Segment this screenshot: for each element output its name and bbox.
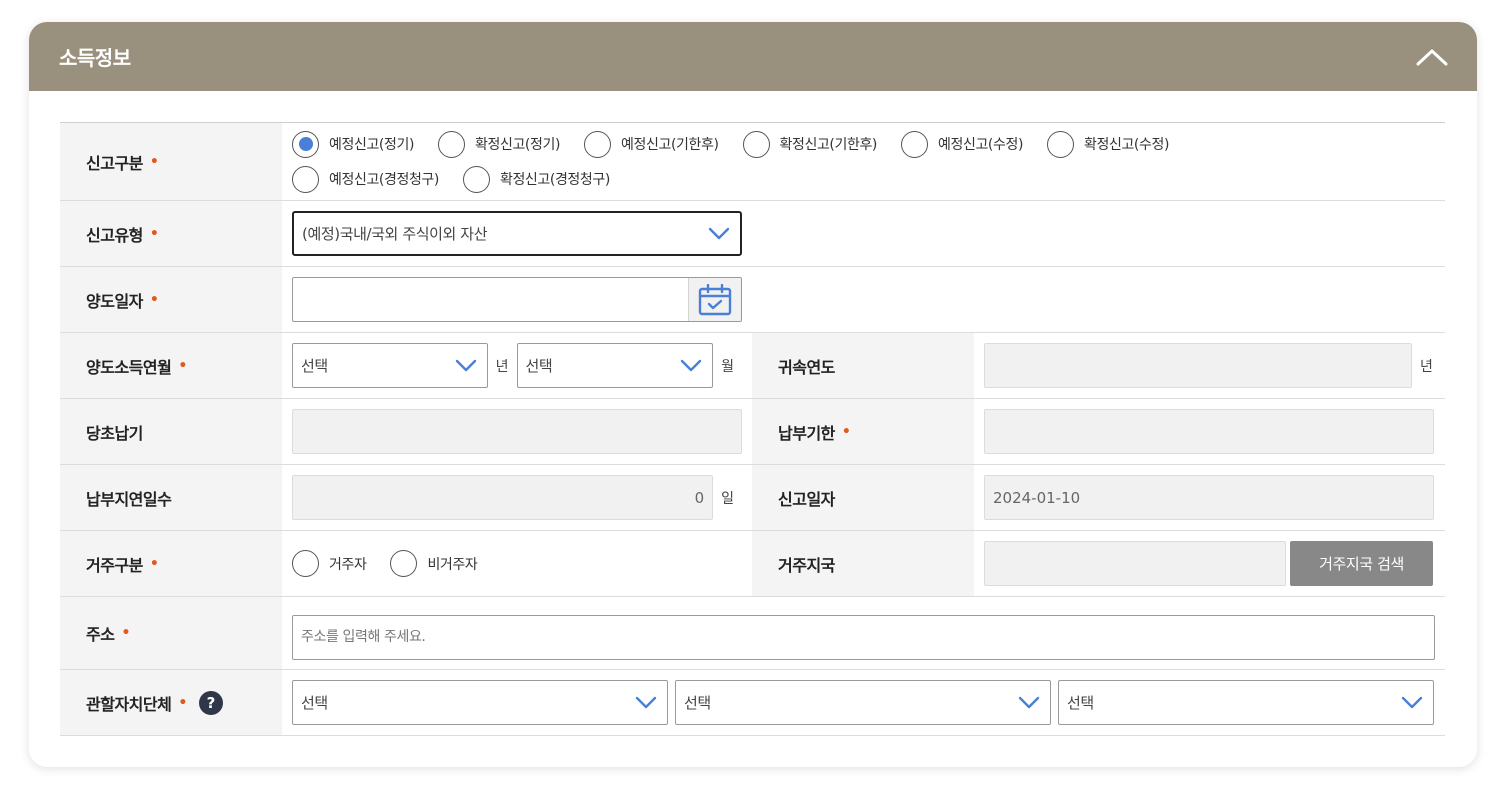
residency-label: 거주구분 • <box>60 531 282 596</box>
row-original-due: 당초납기 납부기한 • <box>60 399 1445 465</box>
original-due-field <box>292 409 742 454</box>
radio-icon <box>584 130 612 158</box>
radio-icon <box>462 165 490 193</box>
required-dot: • <box>149 555 159 572</box>
radio-report-category-1[interactable]: 확정신고(정기) <box>438 130 560 158</box>
radio-icon <box>438 130 466 158</box>
row-transfer-date: 양도일자 • <box>60 267 1445 333</box>
required-dot: • <box>178 357 187 374</box>
address-field <box>292 614 1435 660</box>
required-dot: • <box>178 694 187 711</box>
panel-title: 소득정보 <box>59 46 131 70</box>
row-residency: 거주구분 • 거주자 비거주자 거주지국 거주지국 검색 <box>60 531 1445 597</box>
late-days-field: 0 <box>292 475 714 520</box>
attribution-year-label: 귀속연도 <box>752 333 974 398</box>
original-due-label: 당초납기 <box>60 399 282 464</box>
month-unit: 월 <box>721 358 734 375</box>
radio-report-category-0[interactable]: 예정신고(정기) <box>292 130 414 158</box>
local-government-select-3[interactable]: 선택 <box>1058 680 1434 725</box>
radio-icon <box>292 550 319 577</box>
radio-icon <box>1047 130 1075 158</box>
radio-icon <box>901 130 928 158</box>
report-category-radio-group: 예정신고(정기) 확정신고(정기) 예정신고(기한후) 확정신고(기한후) 예정… <box>292 130 1292 193</box>
row-address: 주소 • <box>60 597 1445 670</box>
transfer-year-select[interactable]: 선택 <box>292 343 488 388</box>
residency-radio-group: 거주자 비거주자 <box>292 550 501 577</box>
question-icon[interactable]: ? <box>198 690 223 715</box>
row-report-category: 신고구분 • 예정신고(정기) 확정신고(정기) 예정신고(기한후) 확정신고(기… <box>60 123 1445 201</box>
radio-non-resident[interactable]: 비거주자 <box>390 550 478 577</box>
row-report-type: 신고유형 • (예정)국내/국외 주식이외 자산 <box>60 201 1445 267</box>
transfer-date-label: 양도일자 • <box>60 267 282 332</box>
report-date-label: 신고일자 <box>752 465 974 530</box>
chevron-down-icon <box>1018 696 1040 708</box>
income-info-panel: 소득정보 신고구분 • 예정신고(정기) 확정신고(정기) 예정신고(기한후) 확… <box>29 22 1477 767</box>
address-input[interactable] <box>301 629 1426 645</box>
late-days-unit: 일 <box>721 490 734 507</box>
required-dot: • <box>149 225 159 242</box>
payment-deadline-field <box>984 409 1434 454</box>
report-category-label: 신고구분 • <box>60 123 282 200</box>
transfer-month-select[interactable]: 선택 <box>516 343 714 388</box>
radio-icon <box>390 550 418 577</box>
report-type-select[interactable]: (예정)국내/국외 주식이외 자산 <box>292 211 742 256</box>
local-government-select-1[interactable]: 선택 <box>292 680 668 725</box>
radio-report-category-5[interactable]: 확정신고(수정) <box>1047 130 1169 158</box>
chevron-down-icon <box>708 227 730 239</box>
calendar-icon[interactable] <box>688 278 741 321</box>
panel-header: 소득정보 <box>29 22 1477 91</box>
year-unit: 년 <box>495 358 509 375</box>
report-type-label: 신고유형 • <box>60 201 282 266</box>
row-local-government: 관할자치단체 • ? 선택 선택 선택 <box>60 670 1445 736</box>
radio-report-category-3[interactable]: 확정신고(기한후) <box>742 130 877 158</box>
required-dot: • <box>121 625 130 641</box>
required-dot: • <box>149 291 159 308</box>
row-late-days: 납부지연일수 0 일 신고일자 2024-01-10 <box>60 465 1445 531</box>
radio-report-category-6[interactable]: 예정신고(경정청구) <box>292 165 439 193</box>
radio-report-category-2[interactable]: 예정신고(기한후) <box>584 130 719 158</box>
local-government-select-2[interactable]: 선택 <box>675 680 1051 725</box>
transfer-income-month-label: 양도소득연월 • <box>60 333 282 398</box>
radio-report-category-7[interactable]: 확정신고(경정청구) <box>462 165 610 193</box>
radio-icon <box>742 130 770 158</box>
attribution-year-unit: 년 <box>1420 358 1433 375</box>
attribution-year-field <box>984 343 1412 388</box>
transfer-date-field <box>292 277 742 322</box>
transfer-date-input[interactable] <box>293 291 688 308</box>
late-days-label: 납부지연일수 <box>60 465 282 530</box>
radio-checked-icon <box>292 130 319 158</box>
residence-office-search-button[interactable]: 거주지국 검색 <box>1290 541 1433 586</box>
chevron-down-icon <box>680 359 702 371</box>
chevron-up-icon[interactable] <box>1415 40 1449 74</box>
chevron-down-icon <box>455 359 476 371</box>
radio-icon <box>292 165 319 193</box>
required-dot: • <box>149 153 159 170</box>
residence-office-label: 거주지국 <box>752 531 974 596</box>
residence-office-field <box>984 541 1286 586</box>
address-label: 주소 • <box>60 597 282 669</box>
radio-resident[interactable]: 거주자 <box>292 550 367 577</box>
chevron-down-icon <box>635 696 657 708</box>
local-government-label: 관할자치단체 • ? <box>60 670 282 735</box>
income-form-table: 신고구분 • 예정신고(정기) 확정신고(정기) 예정신고(기한후) 확정신고(기… <box>60 122 1445 736</box>
report-date-field: 2024-01-10 <box>984 475 1434 520</box>
payment-deadline-label: 납부기한 • <box>752 399 974 464</box>
radio-report-category-4[interactable]: 예정신고(수정) <box>901 130 1023 158</box>
chevron-down-icon <box>1401 696 1423 708</box>
required-dot: • <box>841 423 851 440</box>
row-transfer-income-month: 양도소득연월 • 선택 년 선택 월 귀속연도 년 <box>60 333 1445 399</box>
